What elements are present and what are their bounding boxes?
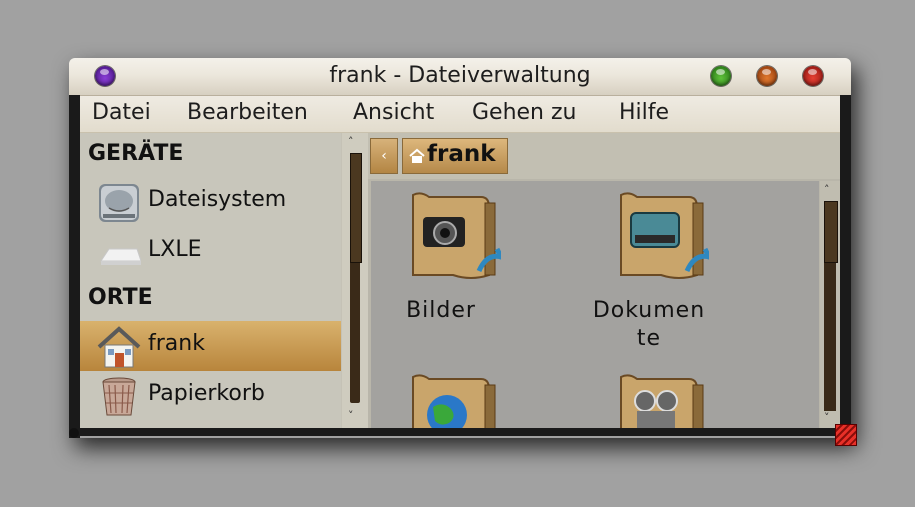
window-title: frank - Dateiverwaltung <box>329 63 591 88</box>
maximize-button[interactable] <box>757 66 777 86</box>
home-icon <box>409 148 425 163</box>
menu-bar: Datei Bearbeiten Ansicht Gehen zu Hilfe <box>80 96 840 133</box>
sidebar: GERÄTE Dateisystem LXLE ORTE frank Papie… <box>80 133 341 428</box>
title-bar[interactable]: frank - Dateiverwaltung <box>69 58 851 96</box>
sidebar-header-places: ORTE <box>88 285 153 310</box>
resize-grip-icon[interactable] <box>835 424 857 446</box>
sidebar-item-lxle[interactable]: LXLE <box>80 227 341 277</box>
sidebar-header-devices: GERÄTE <box>88 141 184 166</box>
menu-gehen-zu[interactable]: Gehen zu <box>472 100 577 125</box>
scroll-thumb[interactable] <box>350 153 362 263</box>
file-icon-view[interactable]: Bilder Dokumen te <box>371 181 819 428</box>
scroll-thumb[interactable] <box>824 201 838 263</box>
sidebar-item-label: LXLE <box>148 237 202 262</box>
sidebar-item-papierkorb[interactable]: Papierkorb <box>80 371 341 421</box>
trash-icon <box>102 377 136 416</box>
path-bar: ‹ frank <box>368 133 840 179</box>
drive-icon <box>100 248 141 265</box>
file-item-videos[interactable] <box>569 371 729 428</box>
file-label: Dokumen te <box>569 297 729 353</box>
file-item-public[interactable] <box>371 371 521 428</box>
breadcrumb-frank[interactable]: frank <box>402 138 508 174</box>
path-back-button[interactable]: ‹ <box>370 138 398 174</box>
file-manager-window: frank - Dateiverwaltung Datei Bearbeiten… <box>69 58 857 446</box>
file-label-line: te <box>636 326 662 351</box>
file-item-bilder[interactable]: Bilder <box>371 189 521 349</box>
documents-folder-icon <box>620 192 709 279</box>
sidebar-item-label: Dateisystem <box>148 187 287 212</box>
scroll-up-arrow[interactable]: ˄ <box>348 135 354 148</box>
menu-ansicht[interactable]: Ansicht <box>353 100 434 125</box>
breadcrumb-label: frank <box>427 141 496 167</box>
window-frame-right <box>840 95 851 438</box>
file-item-dokumente[interactable]: Dokumen te <box>569 189 729 351</box>
scroll-down-arrow[interactable]: ˅ <box>824 411 830 424</box>
minimize-button[interactable] <box>711 66 731 86</box>
sidebar-scrollbar[interactable]: ˄ ˅ <box>342 133 368 428</box>
sidebar-item-dateisystem[interactable]: Dateisystem <box>80 177 341 227</box>
scroll-up-arrow[interactable]: ˄ <box>824 183 830 196</box>
sidebar-item-label: Papierkorb <box>148 381 265 406</box>
menu-bearbeiten[interactable]: Bearbeiten <box>187 100 308 125</box>
close-button[interactable] <box>803 66 823 86</box>
sidebar-item-label: frank <box>148 331 205 356</box>
sidebar-item-frank[interactable]: frank <box>80 321 341 371</box>
public-folder-icon <box>412 374 496 428</box>
content-pane: ‹ frank Bilder Dokumen te ˄ ˅ <box>368 133 840 428</box>
videos-folder-icon <box>620 374 704 428</box>
window-frame-left <box>69 95 80 438</box>
main-area: GERÄTE Dateisystem LXLE ORTE frank Papie… <box>80 133 840 428</box>
content-scrollbar[interactable]: ˄ ˅ <box>820 181 840 428</box>
scroll-down-arrow[interactable]: ˅ <box>348 409 354 422</box>
file-label: Bilder <box>406 298 476 323</box>
window-corner-handle[interactable] <box>69 428 79 438</box>
file-label-line: Dokumen <box>592 298 706 323</box>
menu-hilfe[interactable]: Hilfe <box>619 100 669 125</box>
window-frame-bottom <box>69 428 851 436</box>
pictures-folder-icon <box>412 192 501 279</box>
menu-datei[interactable]: Datei <box>92 100 151 125</box>
harddisk-icon <box>99 184 139 222</box>
home-icon <box>97 326 141 368</box>
